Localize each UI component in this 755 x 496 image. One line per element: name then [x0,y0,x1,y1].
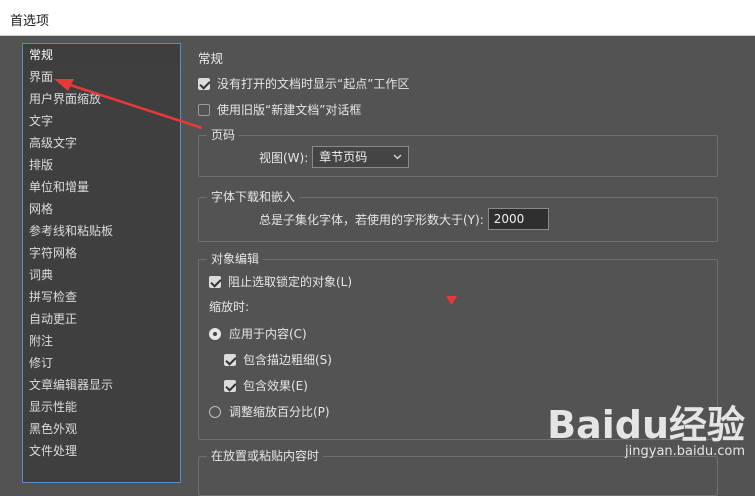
red-triangle-icon [446,296,457,305]
watermark: Baidu经验 jingyan.baidu.com [547,406,745,459]
annotation-arrow-head [54,79,74,91]
annotation-arrow-line [63,81,203,130]
annotation-arrow [54,79,203,130]
watermark-logo: Baidu经验 [547,403,745,447]
